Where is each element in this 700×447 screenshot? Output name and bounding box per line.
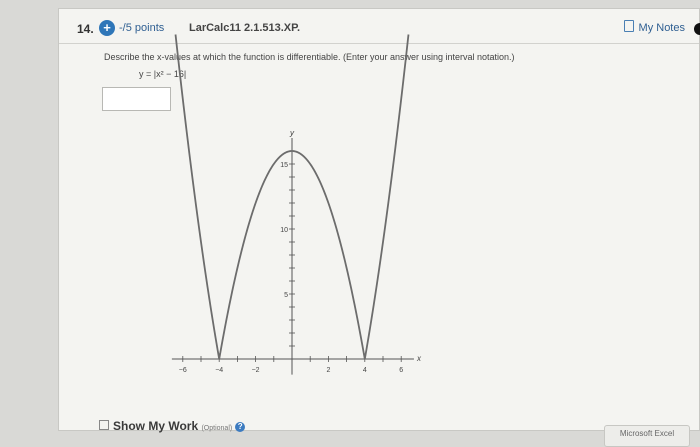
x-tick-labels: −6 −4 −2 2 4 6: [179, 367, 403, 374]
y-axis-label: y: [289, 128, 295, 137]
excel-button[interactable]: Microsoft Excel: [604, 425, 690, 447]
function-graph: −6 −4 −2 2 4 6 5 10 15 x y: [171, 34, 422, 375]
x-tick-label: 6: [399, 367, 403, 374]
scroll-edge-marker: [694, 23, 700, 35]
x-tick-label: −2: [252, 367, 260, 374]
x-tick-label: −6: [179, 367, 187, 374]
axes: [171, 138, 414, 375]
y-tick-label: 15: [280, 162, 288, 169]
y-tick-label: 10: [280, 227, 288, 234]
x-tick-label: −4: [215, 367, 223, 374]
y-tick-label: 5: [284, 292, 288, 299]
expand-icon: [99, 420, 109, 430]
x-tick-label: 4: [363, 367, 367, 374]
y-tick-labels: 5 10 15: [280, 162, 288, 299]
x-tick-label: 2: [326, 367, 330, 374]
x-axis-label: x: [416, 354, 422, 363]
question-card: 14. + -/5 points LarCalc11 2.1.513.XP. M…: [58, 8, 700, 447]
